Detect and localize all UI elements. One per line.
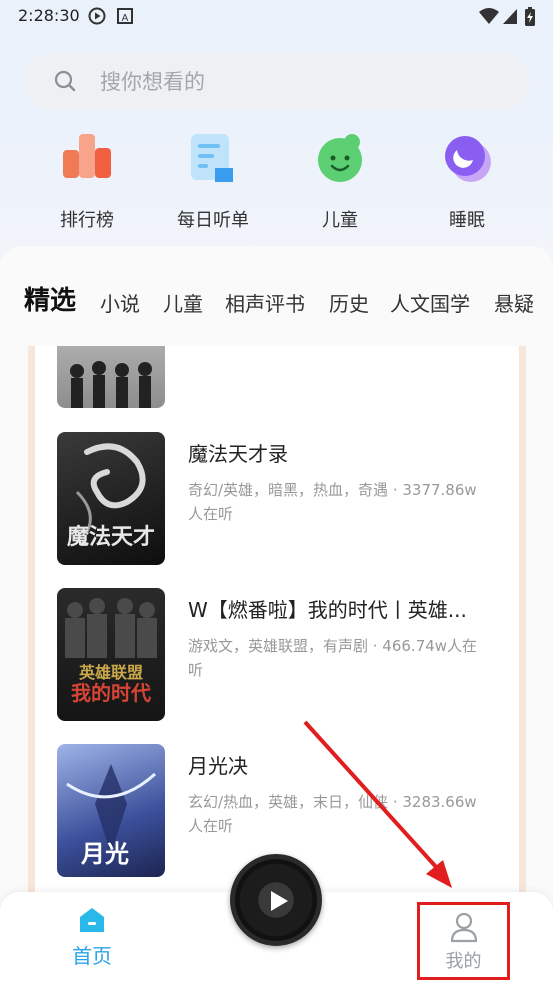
status-time: 2:28:30 bbox=[18, 6, 80, 25]
book-meta: 奇幻/英雄，暗黑，热血，奇遇 · 3377.86w人在听 bbox=[188, 481, 477, 523]
tab-suspense[interactable]: 悬疑 bbox=[494, 288, 534, 317]
tab-novel[interactable]: 小说 bbox=[100, 288, 140, 317]
book-cover: 魔法天才 bbox=[57, 432, 165, 565]
book-cover: 英雄联盟 我的时代 bbox=[57, 588, 165, 721]
book-cover: 月光 bbox=[57, 744, 165, 877]
list-item[interactable]: 英雄联盟 我的时代 W【燃番啦】我的时代丨英雄... 游戏文，英雄联盟，有声剧 … bbox=[35, 588, 519, 722]
svg-text:英雄联盟: 英雄联盟 bbox=[78, 663, 143, 682]
mini-player[interactable] bbox=[230, 854, 322, 946]
kids-icon bbox=[318, 134, 362, 182]
tab-history[interactable]: 历史 bbox=[329, 288, 369, 317]
status-bar: 2:28:30 A bbox=[0, 0, 553, 32]
search-placeholder: 搜你想看的 bbox=[100, 70, 205, 94]
list-item[interactable]: 魔法天才 魔法天才录 奇幻/英雄，暗黑，热血，奇遇 · 3377.86w人在听 bbox=[35, 432, 519, 566]
search-input[interactable]: 搜你想看的 bbox=[24, 52, 530, 110]
quick-entry-label: 儿童 bbox=[322, 210, 358, 231]
quick-entry-ranking[interactable]: 排行榜 bbox=[32, 130, 142, 232]
search-icon bbox=[54, 70, 76, 92]
wifi-icon bbox=[479, 8, 499, 24]
nav-home[interactable]: 首页 bbox=[52, 906, 132, 969]
svg-text:A: A bbox=[122, 13, 129, 24]
ranking-icon bbox=[63, 134, 111, 178]
book-title: W【燃番啦】我的时代丨英雄... bbox=[188, 598, 467, 622]
tab-kids[interactable]: 儿童 bbox=[163, 288, 203, 317]
nav-mine[interactable]: 我的 bbox=[417, 902, 510, 980]
book-list: 魔法天才 魔法天才录 奇幻/英雄，暗黑，热血，奇遇 · 3377.86w人在听 … bbox=[28, 346, 526, 906]
tab-crosstalk[interactable]: 相声评书 bbox=[225, 288, 305, 317]
tab-humanities[interactable]: 人文国学 bbox=[390, 288, 470, 317]
book-meta: 游戏文，英雄联盟，有声剧 · 466.74w人在听 bbox=[188, 637, 478, 679]
svg-text:魔法天才: 魔法天才 bbox=[67, 524, 155, 550]
daily-list-icon bbox=[191, 134, 233, 182]
quick-entry-label: 睡眠 bbox=[449, 210, 485, 231]
cover-art: 月光 bbox=[66, 764, 157, 868]
cover-art bbox=[70, 361, 152, 408]
book-title: 月光决 bbox=[188, 754, 248, 778]
signal-icon bbox=[503, 9, 517, 24]
cover-art: 魔法天才 bbox=[67, 443, 155, 550]
tab-featured[interactable]: 精选 bbox=[24, 280, 76, 317]
svg-text:我的时代: 我的时代 bbox=[71, 681, 151, 705]
play-icon bbox=[271, 891, 288, 911]
battery-charging-icon bbox=[525, 7, 535, 26]
nav-home-label: 首页 bbox=[72, 944, 112, 968]
a-badge-icon: A bbox=[117, 8, 133, 24]
quick-entry-label: 每日听单 bbox=[177, 210, 249, 231]
quick-entry-label: 排行榜 bbox=[60, 210, 114, 231]
cover-art: 英雄联盟 我的时代 bbox=[65, 598, 157, 705]
sleep-icon: z bbox=[445, 136, 491, 182]
svg-text:月光: 月光 bbox=[80, 839, 129, 868]
quick-entry-sleep[interactable]: z 睡眠 bbox=[412, 130, 522, 232]
nav-mine-label: 我的 bbox=[445, 951, 482, 972]
home-icon bbox=[80, 908, 104, 932]
play-circle-icon bbox=[88, 7, 106, 25]
book-title: 魔法天才录 bbox=[188, 442, 288, 466]
book-cover-partial[interactable] bbox=[57, 346, 165, 408]
user-icon bbox=[450, 912, 477, 943]
quick-entry-kids[interactable]: 儿童 bbox=[285, 130, 395, 232]
book-meta: 玄幻/热血，英雄，末日，仙侠 · 3283.66w人在听 bbox=[188, 793, 477, 835]
category-tabs: 精选 小说 儿童 相声评书 历史 人文国学 悬疑 bbox=[0, 280, 553, 326]
quick-entry-daily-list[interactable]: 每日听单 bbox=[158, 130, 268, 232]
svg-text:z: z bbox=[469, 146, 474, 157]
